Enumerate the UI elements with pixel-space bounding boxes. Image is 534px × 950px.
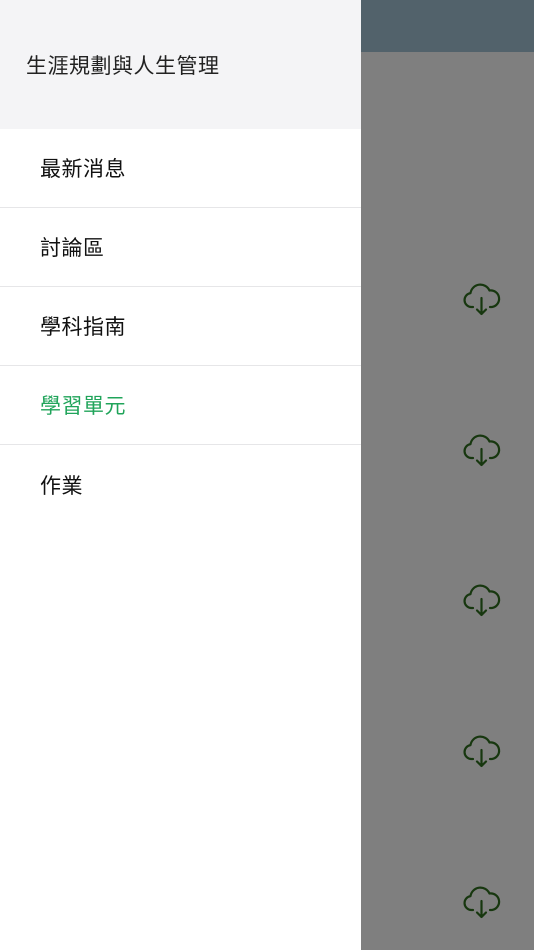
course-title: 生涯規劃與人生管理: [26, 53, 220, 78]
menu-item-news[interactable]: 最新消息: [0, 129, 361, 208]
menu-item-label: 最新消息: [40, 157, 126, 181]
menu-item-label: 學科指南: [40, 315, 126, 339]
menu-item-label: 討論區: [40, 236, 105, 260]
menu-item-label: 學習單元: [40, 394, 126, 418]
menu-item-discussion[interactable]: 討論區: [0, 208, 361, 287]
menu-item-assignments[interactable]: 作業: [0, 445, 361, 524]
app-screen: 生涯規劃與人生管理 最新消息 討論區 學科指南 學習單元 作業: [0, 0, 534, 950]
menu-item-subject-guide[interactable]: 學科指南: [0, 287, 361, 366]
menu-item-learning-units[interactable]: 學習單元: [0, 366, 361, 445]
navigation-drawer: 生涯規劃與人生管理 最新消息 討論區 學科指南 學習單元 作業: [0, 0, 361, 950]
menu-item-label: 作業: [40, 473, 83, 498]
drawer-header: 生涯規劃與人生管理: [0, 0, 361, 129]
